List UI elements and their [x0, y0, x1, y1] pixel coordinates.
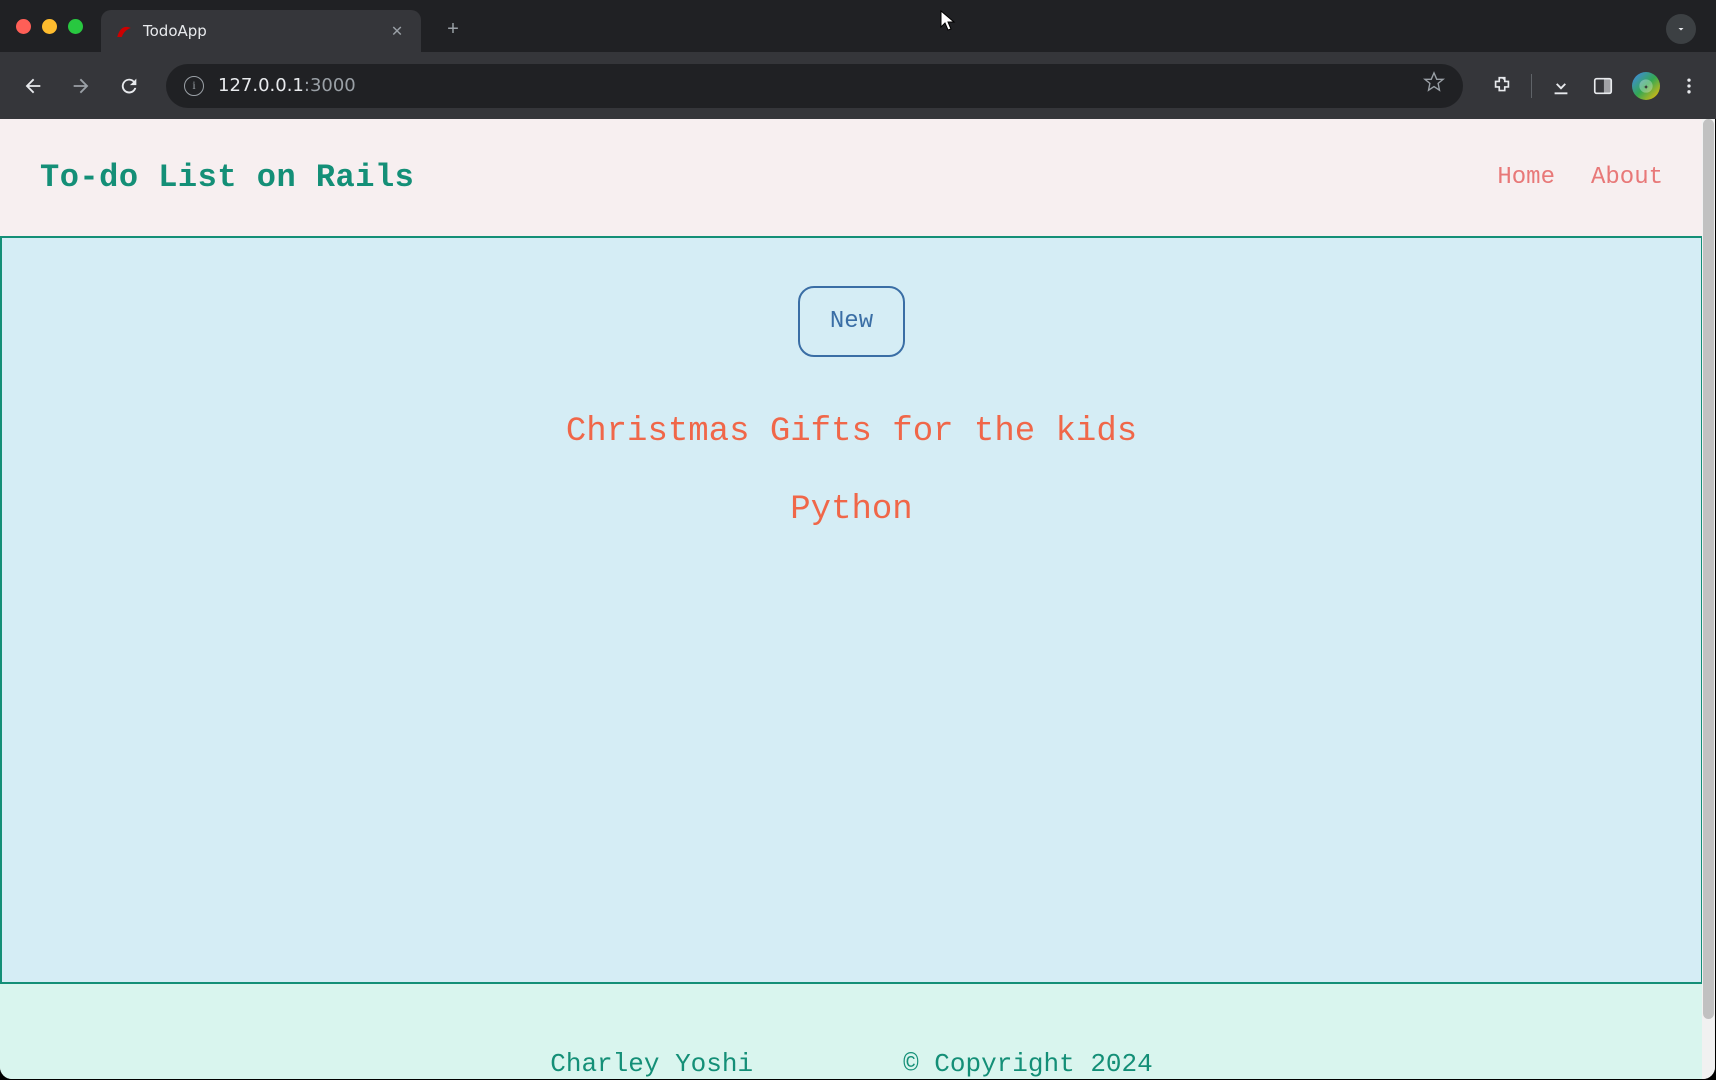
footer-author: Charley Yoshi [550, 1049, 753, 1079]
scrollbar-thumb[interactable] [1703, 119, 1714, 1019]
tab-bar: TodoApp ✕ + [0, 0, 1716, 52]
forward-button[interactable] [62, 67, 100, 105]
extensions-icon[interactable] [1489, 73, 1515, 99]
nav-home[interactable]: Home [1497, 164, 1555, 191]
address-bar[interactable]: i 127.0.0.1:3000 [166, 64, 1463, 108]
page-footer: Charley Yoshi © Copyright 2024 [0, 984, 1703, 1079]
toolbar: i 127.0.0.1:3000 ✦ [0, 52, 1716, 119]
browser-chrome: TodoApp ✕ + i 127.0.0.1:3000 [0, 0, 1716, 119]
window-close-icon[interactable] [16, 19, 31, 34]
tab-title: TodoApp [143, 22, 377, 40]
nav-about[interactable]: About [1591, 164, 1663, 191]
downloads-icon[interactable] [1548, 73, 1574, 99]
back-button[interactable] [14, 67, 52, 105]
todo-item[interactable]: Christmas Gifts for the kids [566, 413, 1137, 451]
site-info-icon[interactable]: i [184, 76, 204, 96]
rails-favicon-icon [115, 22, 133, 40]
svg-text:✦: ✦ [1643, 81, 1649, 92]
page-viewport: To-do List on Rails Home About New Chris… [0, 119, 1715, 1079]
window-maximize-icon[interactable] [68, 19, 83, 34]
chrome-menu-icon[interactable] [1676, 73, 1702, 99]
divider [1531, 74, 1532, 98]
url-port: :3000 [304, 75, 356, 96]
page-title: To-do List on Rails [40, 159, 414, 196]
traffic-lights [16, 19, 83, 34]
tabs-dropdown-button[interactable] [1666, 14, 1696, 44]
reload-button[interactable] [110, 67, 148, 105]
browser-tab[interactable]: TodoApp ✕ [101, 10, 421, 52]
page-header: To-do List on Rails Home About [0, 119, 1703, 236]
profile-avatar[interactable]: ✦ [1632, 72, 1660, 100]
url-text: 127.0.0.1:3000 [218, 75, 1409, 96]
toolbar-icons: ✦ [1489, 72, 1702, 100]
page-inner: To-do List on Rails Home About New Chris… [0, 119, 1703, 1079]
sidepanel-icon[interactable] [1590, 73, 1616, 99]
footer-copyright: © Copyright 2024 [903, 1049, 1153, 1079]
new-button[interactable]: New [798, 286, 905, 357]
url-host: 127.0.0.1 [218, 75, 304, 96]
close-tab-icon[interactable]: ✕ [387, 21, 407, 41]
nav-links: Home About [1497, 164, 1663, 191]
scrollbar-track[interactable] [1702, 119, 1715, 1079]
todo-item[interactable]: Python [790, 491, 912, 529]
bookmark-star-icon[interactable] [1423, 71, 1445, 100]
window-minimize-icon[interactable] [42, 19, 57, 34]
new-tab-button[interactable]: + [441, 18, 465, 42]
main-content: New Christmas Gifts for the kids Python [0, 236, 1703, 984]
